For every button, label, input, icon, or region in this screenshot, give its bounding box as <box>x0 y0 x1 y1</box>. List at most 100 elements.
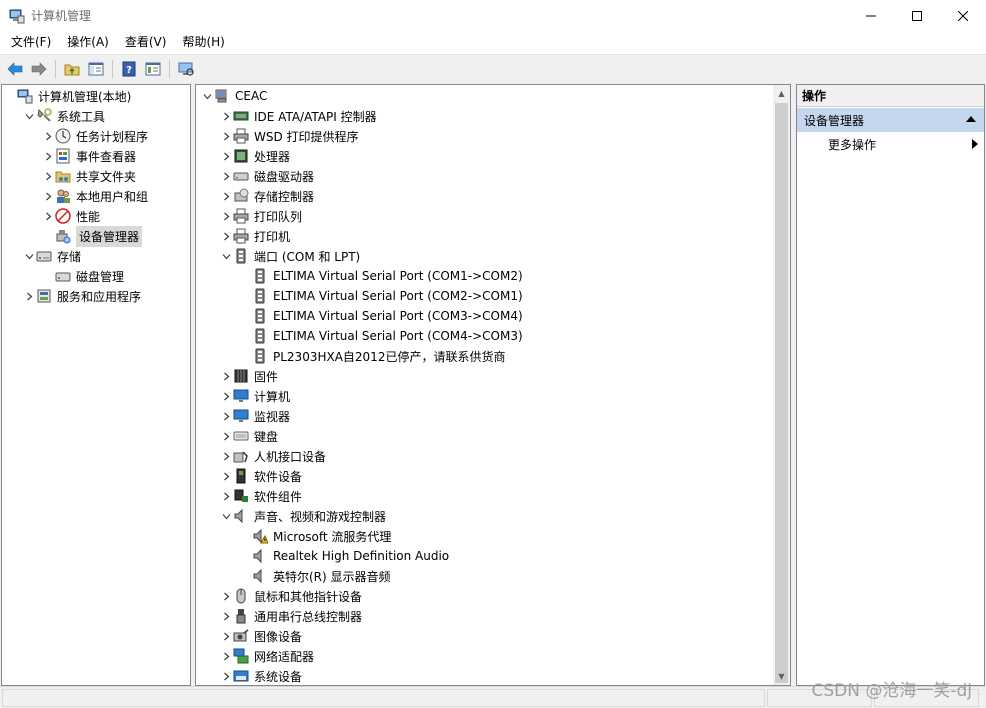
device-tree-item[interactable]: ELTIMA Virtual Serial Port (COM4->COM3) <box>238 326 523 346</box>
properties-button[interactable] <box>141 58 164 80</box>
chevron-right-icon[interactable] <box>44 212 53 221</box>
chevron-right-icon[interactable] <box>44 172 53 181</box>
chevron-right-icon[interactable] <box>44 152 53 161</box>
chevron-right-icon[interactable] <box>222 472 231 481</box>
chevron-right-icon[interactable] <box>222 592 231 601</box>
help-button[interactable]: ? <box>117 58 140 80</box>
console-tree-item[interactable]: 服务和应用程序 <box>22 286 141 306</box>
device-tree-item[interactable]: 通用串行总线控制器 <box>219 606 362 626</box>
expand-toggle-closed[interactable] <box>219 406 233 426</box>
scrollbar-thumb[interactable] <box>775 103 788 683</box>
device-tree-item[interactable]: PL2303HXA自2012已停产，请联系供货商 <box>238 346 505 366</box>
device-tree-item[interactable]: 固件 <box>219 366 278 386</box>
expand-toggle-closed[interactable] <box>219 166 233 186</box>
device-tree-item[interactable]: 网络适配器 <box>219 646 314 666</box>
expand-toggle-closed[interactable] <box>219 226 233 246</box>
expand-toggle-closed[interactable] <box>219 146 233 166</box>
console-tree-item[interactable]: 设备管理器 <box>41 225 143 247</box>
expand-toggle-closed[interactable] <box>219 126 233 146</box>
chevron-down-icon[interactable] <box>25 112 34 121</box>
device-tree-item[interactable]: 磁盘驱动器 <box>219 166 314 186</box>
device-tree-item[interactable]: 图像设备 <box>219 626 302 646</box>
scan-hardware-button[interactable] <box>174 58 197 80</box>
expand-toggle-closed[interactable] <box>219 666 233 685</box>
show-hide-tree-button[interactable] <box>84 58 107 80</box>
device-tree-item[interactable]: 软件组件 <box>219 486 302 506</box>
expand-toggle-closed[interactable] <box>219 486 233 506</box>
console-tree-item[interactable]: 磁盘管理 <box>41 266 124 286</box>
expand-toggle-closed[interactable] <box>219 426 233 446</box>
chevron-right-icon[interactable] <box>222 132 231 141</box>
chevron-right-icon[interactable] <box>222 212 231 221</box>
device-tree-item[interactable]: Realtek High Definition Audio <box>238 546 449 566</box>
expand-toggle-closed[interactable] <box>41 206 55 226</box>
expand-toggle-open[interactable] <box>219 506 233 526</box>
device-tree-item[interactable]: 端口 (COM 和 LPT) <box>219 246 360 266</box>
forward-button[interactable] <box>27 58 50 80</box>
device-tree-item[interactable]: 英特尔(R) 显示器音频 <box>238 566 391 586</box>
device-tree-item[interactable]: ELTIMA Virtual Serial Port (COM2->COM1) <box>238 286 523 306</box>
expand-toggle-closed[interactable] <box>41 146 55 166</box>
chevron-down-icon[interactable] <box>25 252 34 261</box>
console-tree-item[interactable]: 任务计划程序 <box>41 126 148 146</box>
device-tree-item[interactable]: 打印队列 <box>219 206 302 226</box>
device-tree-item[interactable]: 存储控制器 <box>219 186 314 206</box>
device-tree-item[interactable]: WSD 打印提供程序 <box>219 126 359 146</box>
chevron-right-icon[interactable] <box>222 412 231 421</box>
expand-toggle-closed[interactable] <box>219 466 233 486</box>
expand-toggle-closed[interactable] <box>41 186 55 206</box>
console-tree-item[interactable]: 存储 <box>22 246 81 266</box>
expand-toggle-closed[interactable] <box>219 106 233 126</box>
device-tree-item[interactable]: 处理器 <box>219 146 290 166</box>
console-tree-item[interactable]: 共享文件夹 <box>41 166 136 186</box>
chevron-right-icon[interactable] <box>222 232 231 241</box>
expand-toggle-closed[interactable] <box>219 186 233 206</box>
expand-toggle-closed[interactable] <box>219 366 233 386</box>
expand-toggle-closed[interactable] <box>219 206 233 226</box>
expand-toggle-closed[interactable] <box>219 586 233 606</box>
chevron-right-icon[interactable] <box>222 152 231 161</box>
menu-view[interactable]: 查看(V) <box>117 31 175 54</box>
console-tree-item[interactable]: 本地用户和组 <box>41 186 148 206</box>
chevron-right-icon[interactable] <box>222 372 231 381</box>
expand-toggle-open[interactable] <box>22 246 36 266</box>
chevron-right-icon[interactable] <box>222 172 231 181</box>
chevron-right-icon[interactable] <box>222 392 231 401</box>
chevron-right-icon[interactable] <box>222 112 231 121</box>
expand-toggle-closed[interactable] <box>219 386 233 406</box>
chevron-right-icon[interactable] <box>222 672 231 681</box>
more-actions-item[interactable]: 更多操作 <box>828 134 978 154</box>
menu-file[interactable]: 文件(F) <box>3 31 59 54</box>
device-tree-item[interactable]: 键盘 <box>219 426 278 446</box>
chevron-right-icon[interactable] <box>222 492 231 501</box>
device-tree-item[interactable]: 打印机 <box>219 226 290 246</box>
scroll-up-arrow-icon[interactable]: ▲ <box>773 85 790 102</box>
vertical-scrollbar[interactable]: ▲ ▼ <box>773 85 790 685</box>
back-button[interactable] <box>3 58 26 80</box>
chevron-right-icon[interactable] <box>222 452 231 461</box>
expand-toggle-closed[interactable] <box>41 166 55 186</box>
device-tree-item[interactable]: ELTIMA Virtual Serial Port (COM1->COM2) <box>238 266 523 286</box>
console-tree-item[interactable]: 性能 <box>41 206 100 226</box>
up-level-button[interactable] <box>60 58 83 80</box>
chevron-right-icon[interactable] <box>44 192 53 201</box>
expand-toggle-closed[interactable] <box>219 446 233 466</box>
collapse-up-icon[interactable] <box>966 116 976 122</box>
expand-toggle-closed[interactable] <box>219 626 233 646</box>
expand-toggle-open[interactable] <box>200 86 214 106</box>
minimize-button[interactable] <box>848 0 894 31</box>
expand-toggle-closed[interactable] <box>22 286 36 306</box>
chevron-down-icon[interactable] <box>222 512 231 521</box>
chevron-right-icon[interactable] <box>222 432 231 441</box>
chevron-right-icon[interactable] <box>25 292 34 301</box>
menu-help[interactable]: 帮助(H) <box>174 31 232 54</box>
menu-action[interactable]: 操作(A) <box>59 31 117 54</box>
device-tree-item[interactable]: 软件设备 <box>219 466 302 486</box>
device-tree-item[interactable]: 监视器 <box>219 406 290 426</box>
scroll-down-arrow-icon[interactable]: ▼ <box>773 668 790 685</box>
device-tree-item[interactable]: ELTIMA Virtual Serial Port (COM3->COM4) <box>238 306 523 326</box>
expand-toggle-open[interactable] <box>219 246 233 266</box>
chevron-right-icon[interactable] <box>222 192 231 201</box>
console-tree-item[interactable]: 事件查看器 <box>41 146 136 166</box>
device-tree-item[interactable]: 计算机 <box>219 386 290 406</box>
